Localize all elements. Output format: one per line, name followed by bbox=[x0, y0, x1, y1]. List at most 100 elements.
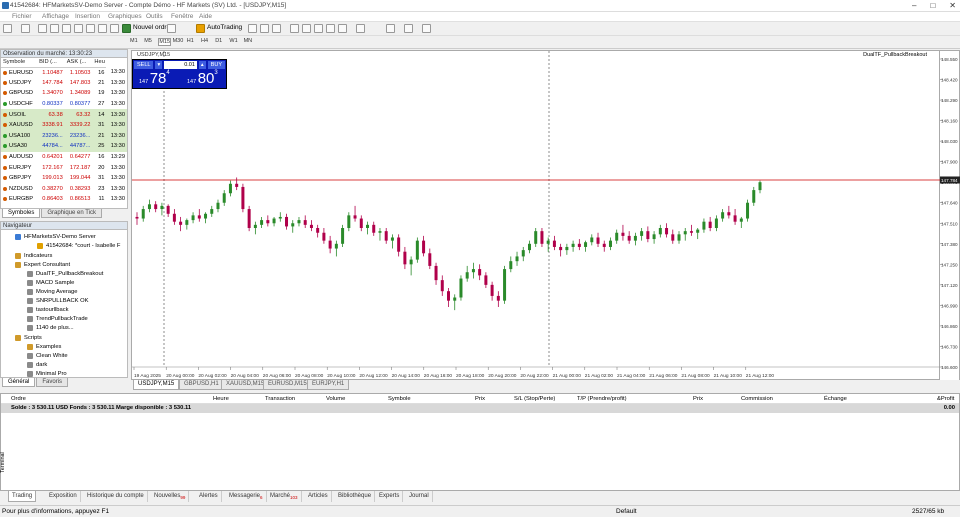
terminal-column[interactable]: &Profit bbox=[937, 396, 954, 402]
close-button[interactable]: ✕ bbox=[949, 1, 956, 10]
terminal-tab[interactable]: Articles bbox=[305, 491, 332, 502]
terminal-tab[interactable]: Messagerie6 bbox=[226, 491, 267, 502]
profiles-icon[interactable] bbox=[21, 24, 30, 33]
data-window-icon[interactable] bbox=[50, 24, 59, 33]
status-profile[interactable]: Default bbox=[616, 508, 637, 515]
indicators-icon[interactable] bbox=[356, 24, 365, 33]
terminal-tab[interactable]: Nouvelles99 bbox=[151, 491, 190, 502]
zoom-out-icon[interactable] bbox=[302, 24, 311, 33]
navigator-item[interactable]: Expert Consultant bbox=[15, 262, 70, 268]
fibonacci-icon[interactable] bbox=[78, 38, 87, 47]
market-watch-row[interactable]: XAUUSD 3338.91 3339.22 31 13:30 bbox=[1, 119, 127, 131]
terminal-tab[interactable]: Journal bbox=[406, 491, 433, 502]
autotrading-button[interactable]: AutoTrading bbox=[207, 24, 242, 31]
terminal-tab[interactable]: Experts bbox=[376, 491, 404, 502]
menu-item[interactable]: Outils bbox=[146, 13, 163, 20]
terminal-column[interactable]: Volume bbox=[326, 396, 345, 402]
navigator-item[interactable]: HFMarketsSV-Demo Server bbox=[15, 234, 96, 240]
market-watch-row[interactable]: AUDUSD 0.64201 0.64277 16 13:29 bbox=[1, 152, 127, 163]
timeframe-h4[interactable]: H4 bbox=[201, 38, 208, 44]
navigator-tab[interactable]: Général bbox=[2, 378, 36, 387]
chart-tab[interactable]: USDJPY,M15 bbox=[133, 380, 180, 390]
navigator-item[interactable]: Examples bbox=[27, 344, 61, 350]
history-icon[interactable] bbox=[98, 24, 107, 33]
timeframe-m1[interactable]: M1 bbox=[130, 38, 138, 44]
market-watch-column[interactable]: Heu bbox=[92, 58, 107, 68]
tile-windows-icon[interactable] bbox=[314, 24, 323, 33]
metaeditor-button-icon[interactable] bbox=[167, 24, 176, 33]
terminal-column[interactable]: Ordre bbox=[11, 396, 26, 402]
candlestick-icon[interactable] bbox=[260, 24, 269, 33]
terminal-tab[interactable]: Exposition bbox=[46, 491, 81, 502]
terminal-column[interactable]: Prix bbox=[475, 396, 485, 402]
cursor-icon[interactable] bbox=[4, 38, 13, 47]
navigator-item[interactable]: DualTF_PullbackBreakout bbox=[27, 271, 103, 277]
templates-icon[interactable] bbox=[404, 24, 413, 33]
navigator-item[interactable]: Moving Average bbox=[27, 289, 77, 295]
lot-size-input[interactable]: 0.01 bbox=[164, 61, 197, 69]
terminal-tab[interactable]: Historique du compte bbox=[84, 491, 148, 502]
market-watch-row[interactable]: GBPUSD 1.34070 1.34089 19 13:30 bbox=[1, 88, 127, 99]
terminal-column[interactable]: Prix bbox=[693, 396, 703, 402]
screenshot-icon[interactable] bbox=[422, 24, 431, 33]
market-watch-row[interactable]: GBPJPY 199.013 199.044 31 13:30 bbox=[1, 173, 127, 184]
terminal-column[interactable]: S/L (Stop/Perte) bbox=[514, 396, 555, 402]
terminal-tab[interactable]: Bibliothèque bbox=[335, 491, 376, 502]
metaeditor-icon[interactable] bbox=[110, 24, 119, 33]
terminal-column[interactable]: Transaction bbox=[265, 396, 295, 402]
market-watch-row[interactable]: EURJPY 172.167 172.187 20 13:30 bbox=[1, 162, 127, 173]
price-scale[interactable]: 148.550 148.420 148.290 148.160 148.030 147.9… bbox=[940, 50, 960, 380]
market-watch-row[interactable]: USA100 23236... 23236... 21 13:30 bbox=[1, 130, 127, 142]
market-watch-icon[interactable] bbox=[38, 24, 47, 33]
terminal-tab[interactable]: Marché103 bbox=[267, 491, 302, 502]
minimize-button[interactable]: – bbox=[912, 1, 916, 10]
new-order-icon[interactable] bbox=[122, 24, 131, 33]
navigator-tab[interactable]: Favoris bbox=[36, 378, 69, 387]
menu-item[interactable]: Fenêtre bbox=[171, 13, 193, 20]
navigator-item[interactable]: Indicateurs bbox=[15, 253, 52, 259]
menu-item[interactable]: Affichage bbox=[42, 13, 69, 20]
terminal-column[interactable]: Heure bbox=[213, 396, 229, 402]
navigator-item[interactable]: Scripts bbox=[15, 335, 42, 341]
terminal-icon[interactable] bbox=[74, 24, 83, 33]
timeframe-m5[interactable]: M5 bbox=[144, 38, 152, 44]
menu-item[interactable]: Fichier bbox=[12, 13, 32, 20]
crosshair-icon[interactable] bbox=[16, 38, 25, 47]
market-watch-tab[interactable]: Graphique en Tick bbox=[41, 209, 103, 218]
chart-shift-icon[interactable] bbox=[326, 24, 335, 33]
timeframe-m15[interactable]: M15 bbox=[158, 38, 172, 46]
strategy-tester-icon[interactable] bbox=[86, 24, 95, 33]
navigator-item[interactable]: TrendPullbackTrade bbox=[27, 316, 88, 322]
chart-tab[interactable]: EURJPY,H1 bbox=[307, 380, 350, 390]
autotrading-icon[interactable] bbox=[196, 24, 205, 33]
ask-price[interactable]: 147 803 bbox=[187, 70, 218, 87]
navigator-item[interactable]: dark bbox=[27, 362, 47, 368]
line-chart-icon[interactable] bbox=[272, 24, 281, 33]
navigator-icon[interactable] bbox=[62, 24, 71, 33]
market-watch-tab[interactable]: Symboles bbox=[2, 209, 41, 218]
price-chart[interactable]: 19 Aug 2025 20 Aug 00:00 20 Aug 02:00 20 Au… bbox=[132, 51, 941, 381]
vertical-line-icon[interactable] bbox=[30, 38, 39, 47]
market-watch-row[interactable]: USDCHF 0.80337 0.80377 27 13:30 bbox=[1, 99, 127, 110]
label-icon[interactable] bbox=[104, 38, 113, 47]
chart-tab[interactable]: GBPUSD,H1 bbox=[179, 380, 224, 390]
lot-up-icon[interactable]: ▴ bbox=[198, 61, 206, 69]
navigator-item[interactable]: 1140 de plus... bbox=[27, 325, 74, 331]
menu-item[interactable]: Graphiques bbox=[108, 13, 142, 20]
navigator-item[interactable]: Clean White bbox=[27, 353, 68, 359]
new-chart-icon[interactable] bbox=[3, 24, 12, 33]
terminal-column[interactable]: Échange bbox=[824, 396, 847, 402]
market-watch-column[interactable]: Symbole bbox=[1, 58, 38, 68]
menu-item[interactable]: Insertion bbox=[75, 13, 100, 20]
timeframe-m30[interactable]: M30 bbox=[173, 38, 184, 44]
maximize-button[interactable]: □ bbox=[930, 1, 935, 10]
bid-price[interactable]: 147 784 bbox=[139, 70, 170, 87]
market-watch-row[interactable]: USDJPY 147.784 147.803 21 13:30 bbox=[1, 78, 127, 89]
terminal-column[interactable]: Symbole bbox=[388, 396, 411, 402]
new-order-button[interactable]: Nouvel ordre bbox=[133, 24, 170, 31]
zoom-in-icon[interactable] bbox=[290, 24, 299, 33]
bar-chart-icon[interactable] bbox=[248, 24, 257, 33]
navigator-item[interactable]: SNRPULLBACK OK bbox=[27, 298, 89, 304]
buy-button[interactable]: BUY bbox=[207, 61, 225, 69]
market-watch-column[interactable]: ASK (... bbox=[64, 58, 93, 68]
